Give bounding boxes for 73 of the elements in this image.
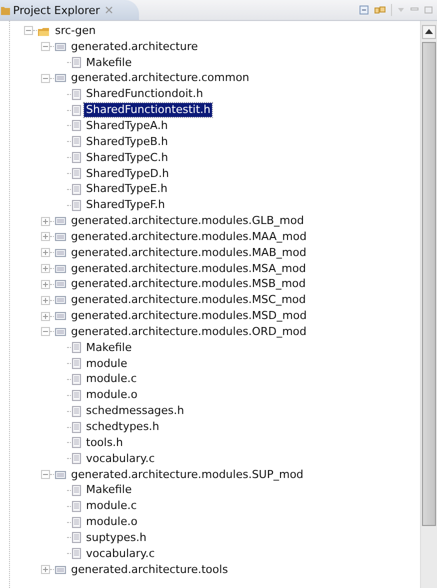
expand-icon[interactable]	[41, 280, 50, 289]
expand-icon[interactable]	[41, 232, 50, 242]
tree-item[interactable]: module.o	[84, 515, 140, 530]
package-icon	[55, 74, 66, 82]
collapse-icon[interactable]	[41, 327, 50, 336]
close-icon[interactable]	[104, 6, 113, 14]
tree-item[interactable]: generated.architecture.modules.MSA_mod	[69, 262, 308, 276]
tree-item[interactable]: module.c	[84, 499, 139, 514]
package-icon	[55, 280, 66, 288]
package-icon	[55, 296, 66, 304]
link-icon[interactable]	[374, 5, 386, 15]
collapse-icon[interactable]	[24, 26, 33, 36]
view-menu-icon[interactable]	[397, 6, 405, 14]
tree-item[interactable]: generated.architecture.modules.GLB_mod	[69, 214, 306, 228]
tree-item[interactable]: module.c	[84, 372, 139, 386]
tree-item[interactable]: SharedFunctiondoit.h	[84, 87, 206, 102]
tree-item[interactable]: generated.architecture.tools	[69, 562, 230, 577]
tree-item[interactable]: Makefile	[84, 483, 134, 498]
view-title: Project Explorer	[13, 4, 100, 16]
package-icon	[55, 328, 66, 336]
tree-item[interactable]: tools.h	[84, 436, 126, 450]
tree-item[interactable]: SharedFunctiontestit.h	[84, 103, 212, 118]
package-icon	[55, 470, 66, 479]
tree-item[interactable]: generated.architecture.modules.MSD_mod	[69, 309, 309, 324]
expand-icon[interactable]	[41, 216, 50, 226]
tree-item[interactable]: generated.architecture.modules.MAB_mod	[69, 246, 308, 260]
package-icon	[55, 566, 66, 574]
package-icon	[55, 312, 66, 320]
tree-item[interactable]: generated.architecture.modules.SUP_mod	[69, 468, 306, 482]
tree-item[interactable]: generated.architecture.modules.MAA_mod	[69, 230, 309, 244]
tree-item[interactable]: module	[84, 356, 130, 371]
scrollbar[interactable]	[420, 21, 437, 588]
tree-item[interactable]: generated.architecture	[69, 40, 200, 54]
tree-item[interactable]: module.o	[84, 388, 140, 402]
collapse-icon[interactable]	[41, 74, 50, 83]
folder-icon	[1, 5, 10, 15]
expand-icon[interactable]	[41, 264, 50, 274]
view-tab[interactable]: Project Explorer	[0, 0, 139, 20]
minimize-icon[interactable]	[410, 7, 419, 13]
tree-item[interactable]: vocabulary.c	[84, 546, 157, 561]
tree-item[interactable]: schedtypes.h	[84, 420, 162, 434]
tree-item[interactable]: generated.architecture.modules.MSC_mod	[69, 293, 308, 308]
tree-item[interactable]: Makefile	[84, 340, 134, 355]
tree-item[interactable]: Makefile	[84, 56, 134, 70]
tree-item[interactable]: SharedTypeE.h	[84, 182, 170, 196]
collapse-icon[interactable]	[41, 470, 50, 480]
tree-item[interactable]: SharedTypeF.h	[84, 198, 168, 212]
package-icon	[55, 264, 66, 273]
package-icon	[55, 232, 66, 241]
tree-item[interactable]: suptypes.h	[84, 530, 148, 545]
collapse-icon[interactable]	[41, 42, 50, 52]
package-icon	[55, 217, 66, 226]
tree-item[interactable]: SharedTypeB.h	[84, 134, 170, 149]
package-icon	[55, 42, 66, 51]
collapse-all-icon[interactable]	[359, 5, 369, 15]
expand-icon[interactable]	[41, 565, 50, 574]
tree-item[interactable]: src-gen	[53, 24, 98, 38]
tree-item[interactable]: generated.architecture.modules.ORD_mod	[69, 324, 309, 339]
tree-item[interactable]: generated.architecture.modules.MSB_mod	[69, 277, 308, 292]
tree-item[interactable]: vocabulary.c	[84, 452, 157, 466]
tree-item[interactable]: generated.architecture.common	[69, 71, 252, 86]
maximize-icon[interactable]	[424, 6, 433, 14]
source-folder-icon	[38, 26, 50, 36]
tree-item[interactable]: schedmessages.h	[84, 404, 186, 418]
expand-icon[interactable]	[41, 248, 50, 258]
scroll-thumb[interactable]	[422, 42, 436, 526]
tree-item[interactable]: SharedTypeD.h	[84, 166, 171, 181]
expand-icon[interactable]	[41, 296, 50, 305]
expand-icon[interactable]	[41, 312, 50, 321]
tree-item[interactable]: SharedTypeC.h	[84, 150, 170, 165]
package-icon	[55, 248, 66, 257]
tree-item[interactable]: SharedTypeA.h	[84, 118, 170, 133]
scroll-up-icon[interactable]	[422, 25, 436, 39]
